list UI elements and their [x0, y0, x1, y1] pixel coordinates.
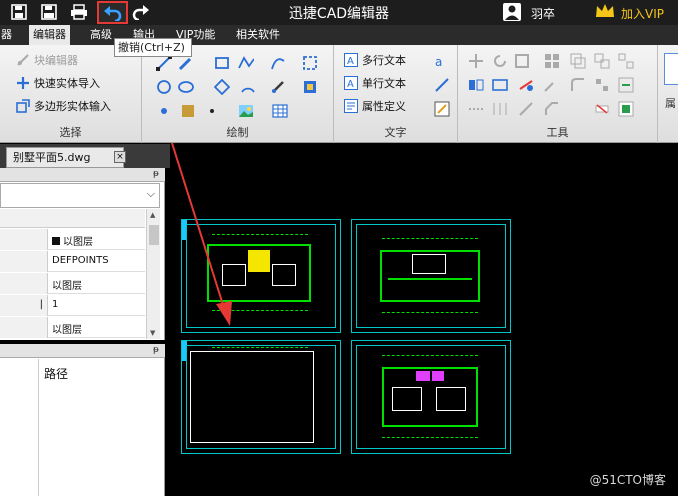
watermark: @51CTO博客: [589, 473, 666, 487]
app-window: 迅捷CAD编辑器 羽卒 加入VIP 器 编辑器 高级 输出 VIP功能 相关软件…: [0, 0, 678, 496]
annotation-arrow: [171, 142, 232, 326]
undo-tooltip: 撤销(Ctrl+Z): [114, 38, 192, 57]
